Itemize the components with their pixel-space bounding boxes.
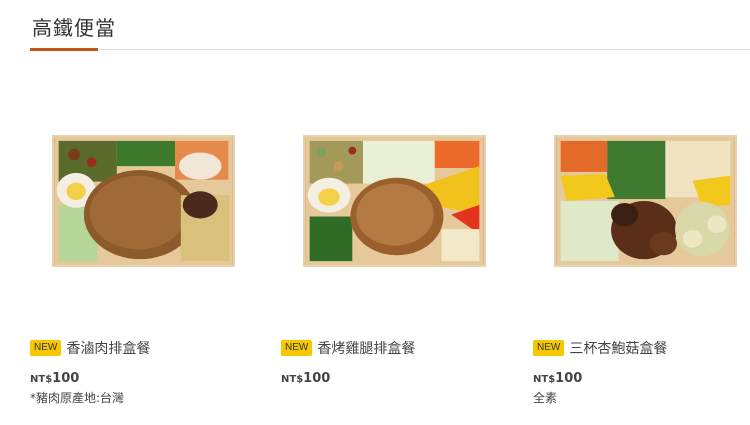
new-badge: NEW [533, 340, 565, 356]
price-currency: NT$ [281, 374, 304, 385]
product-image[interactable] [554, 135, 737, 267]
bento-chicken-image [305, 137, 484, 265]
product-name[interactable]: 香烤雞腿排盒餐 [317, 338, 415, 358]
product-name[interactable]: 香滷肉排盒餐 [66, 338, 150, 358]
product-price: NT$100 [30, 367, 79, 386]
product-card-pork[interactable]: NEW 香滷肉排盒餐 NT$100 *豬肉原產地:台灣 [30, 0, 240, 425]
product-note: 全素 [533, 391, 558, 405]
product-card-chicken[interactable]: NEW 香烤雞腿排盒餐 NT$100 [281, 0, 491, 425]
product-image[interactable] [303, 135, 486, 267]
product-name[interactable]: 三杯杏鮑菇盒餐 [569, 338, 667, 358]
product-name-row: NEW 香烤雞腿排盒餐 [281, 338, 415, 358]
price-currency: NT$ [533, 374, 556, 385]
product-card-mushroom[interactable]: NEW 三杯杏鮑菇盒餐 NT$100 全素 [533, 0, 743, 425]
price-currency: NT$ [30, 374, 53, 385]
price-value: 100 [303, 371, 331, 386]
price-value: 100 [52, 371, 80, 386]
product-price: NT$100 [281, 367, 330, 386]
product-note: *豬肉原產地:台灣 [30, 391, 125, 405]
price-value: 100 [555, 371, 583, 386]
product-name-row: NEW 香滷肉排盒餐 [30, 338, 150, 358]
product-image[interactable] [52, 135, 235, 267]
bento-pork-image [54, 137, 233, 265]
product-name-row: NEW 三杯杏鮑菇盒餐 [533, 338, 667, 358]
bento-mushroom-image [556, 137, 735, 265]
product-price: NT$100 [533, 367, 582, 386]
new-badge: NEW [30, 340, 62, 356]
new-badge: NEW [281, 340, 313, 356]
